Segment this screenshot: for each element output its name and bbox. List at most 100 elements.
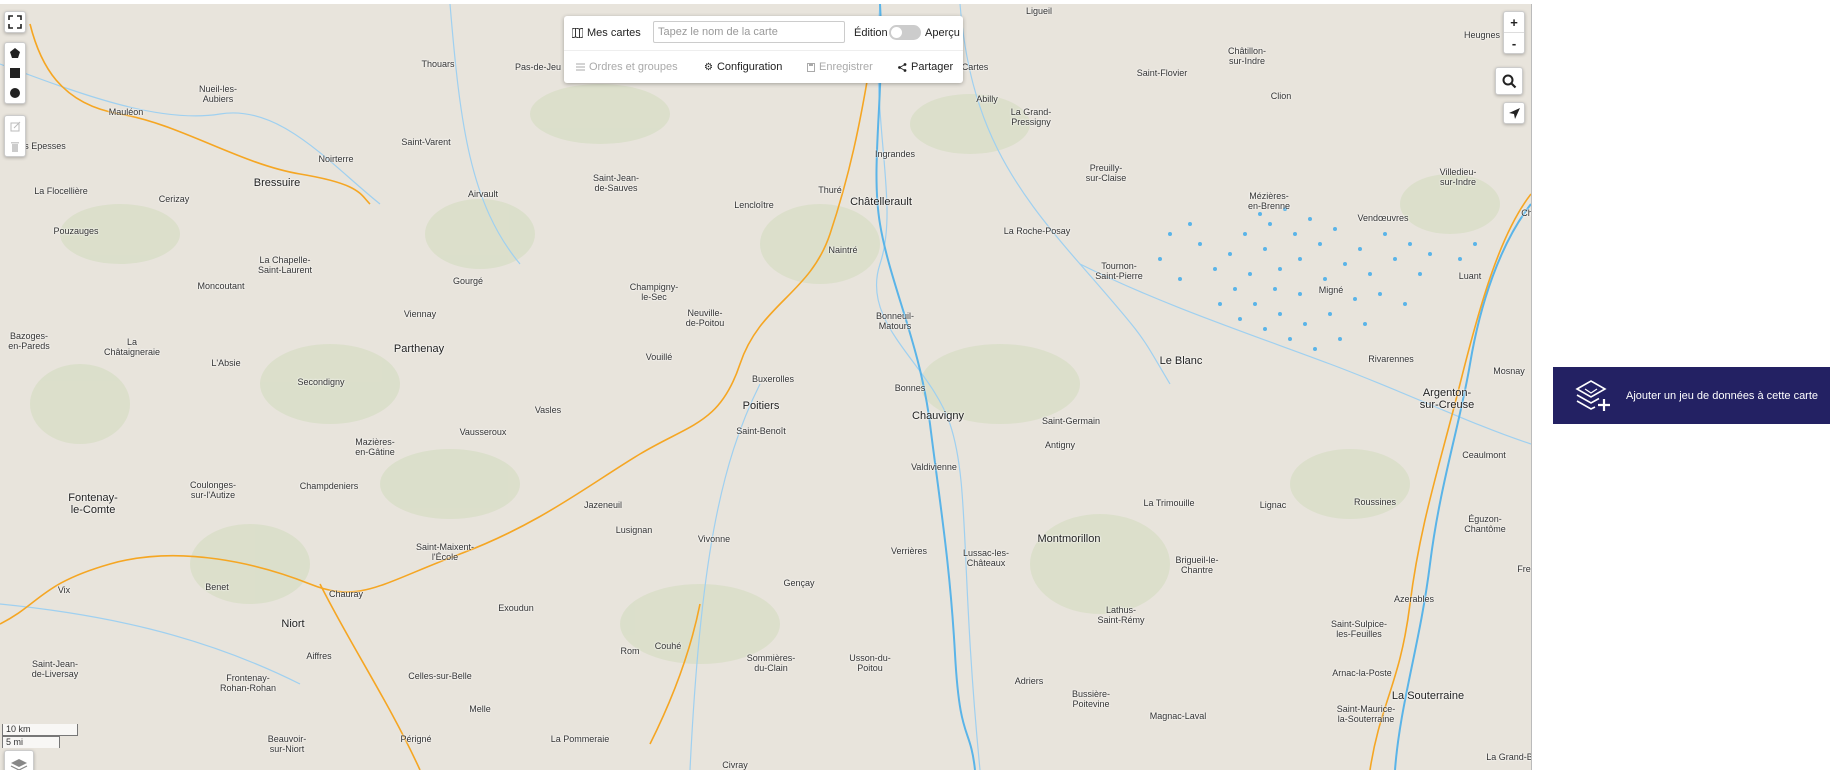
map-icon xyxy=(572,28,583,38)
edit-layers-icon[interactable] xyxy=(5,116,25,136)
place-label: Rivarennes xyxy=(1368,354,1414,364)
place-label: Viennay xyxy=(403,309,437,319)
place-label: Gourgé xyxy=(452,276,484,286)
place-label: Thuré xyxy=(818,185,842,195)
layers-button[interactable] xyxy=(4,750,34,770)
place-label: Mazières- en-Gâtine xyxy=(355,437,395,457)
place-label: Ch xyxy=(1521,208,1532,218)
place-label: Usson-du- Poitou xyxy=(849,653,891,673)
zoom-out-button[interactable]: - xyxy=(1504,33,1524,53)
draw-polygon-icon[interactable] xyxy=(5,43,25,63)
share-button[interactable]: Partager xyxy=(898,61,953,73)
search-button[interactable] xyxy=(1495,67,1523,95)
place-label: Couhé xyxy=(654,641,682,651)
place-label: Luant xyxy=(1458,271,1482,281)
save-button[interactable]: Enregistrer xyxy=(807,61,873,73)
place-label: Poitiers xyxy=(742,400,780,412)
place-label: Chauvigny xyxy=(912,410,964,422)
my-maps-button[interactable]: Mes cartes xyxy=(572,27,641,39)
place-label: Sommières- du-Clain xyxy=(746,653,796,673)
place-label: Benet xyxy=(205,582,229,592)
place-label: La Chapelle- Saint-Laurent xyxy=(257,255,313,275)
place-label: Buxerolles xyxy=(751,374,795,384)
place-label: Tournon- Saint-Pierre xyxy=(1095,261,1143,281)
add-dataset-icon xyxy=(1575,379,1610,411)
place-label: Bonnes xyxy=(894,383,926,393)
edit-preview-toggle[interactable] xyxy=(889,25,921,40)
gear-icon: ⚙ xyxy=(704,61,713,73)
place-label: Châtillon- sur-Indre xyxy=(1227,46,1267,66)
place-label: La Pommeraie xyxy=(550,734,610,744)
place-label: Saint-Jean- de-Sauves xyxy=(592,173,640,193)
place-label: Parthenay xyxy=(393,343,445,355)
share-icon xyxy=(898,62,907,72)
place-label: Melle xyxy=(469,704,491,714)
place-label: Saint-Maurice- la-Souterraine xyxy=(1336,704,1396,724)
orders-groups-button[interactable]: Ordres et groupes xyxy=(576,61,678,73)
place-label: Frontenay- Rohan-Rohan xyxy=(219,673,277,693)
layers-icon xyxy=(10,759,28,770)
place-label: Bazoges- en-Pareds xyxy=(8,331,50,351)
place-label: Lathus- Saint-Rémy xyxy=(1097,605,1145,625)
place-label: Arnac-la-Poste xyxy=(1332,668,1392,678)
place-label: Saint-Benoît xyxy=(736,426,786,436)
place-label: Lignac xyxy=(1259,500,1287,510)
configuration-button[interactable]: ⚙ Configuration xyxy=(704,61,782,73)
place-label: Cerizay xyxy=(158,194,190,204)
place-label: Aiffres xyxy=(306,651,332,661)
place-label: Airvault xyxy=(467,189,499,199)
place-label: Verrières xyxy=(890,546,928,556)
locate-icon[interactable] xyxy=(1504,103,1524,123)
place-label: Secondigny xyxy=(297,377,345,387)
place-label: Champdeniers xyxy=(299,481,359,491)
place-label: Champigny- le-Sec xyxy=(629,282,679,302)
place-label: Roussines xyxy=(1353,497,1397,507)
delete-layers-icon[interactable] xyxy=(5,136,25,156)
place-label: Civray xyxy=(722,760,748,770)
add-dataset-button[interactable]: Ajouter un jeu de données à cette carte xyxy=(1553,367,1830,424)
place-label: Preuilly- sur-Claise xyxy=(1085,163,1127,183)
place-label: Mosnay xyxy=(1493,366,1525,376)
place-label: Bressuire xyxy=(253,177,301,189)
place-label: Coulonges- sur-l'Autize xyxy=(189,480,237,500)
place-label: Azerables xyxy=(1393,594,1435,604)
share-label: Partager xyxy=(911,61,954,73)
fullscreen-control[interactable] xyxy=(4,11,26,33)
place-label: Thouars xyxy=(421,59,455,69)
place-label: Villedieu- sur-Indre xyxy=(1439,167,1477,187)
place-label: Saint-Flovier xyxy=(1136,68,1188,78)
place-label: Migné xyxy=(1318,285,1344,295)
map-canvas[interactable]: Ligueil Heugnes Châtillon- sur-Indre Sai… xyxy=(0,4,1532,770)
place-label: Mézières- en-Brenne xyxy=(1247,191,1291,211)
place-label: Saint-Germain xyxy=(1041,416,1101,426)
orders-groups-label: Ordres et groupes xyxy=(589,61,678,73)
place-label: Neuville- de-Poitou xyxy=(685,308,725,328)
place-label: Mauléon xyxy=(108,107,144,117)
place-label: Nueil-les- Aubiers xyxy=(198,84,238,104)
map-name-input[interactable] xyxy=(653,21,845,43)
place-label: Exoudun xyxy=(498,603,534,613)
zoom-in-button[interactable]: + xyxy=(1504,12,1524,33)
place-label: La Grand-Bo xyxy=(1486,752,1531,762)
place-label: L'Absie xyxy=(211,358,241,368)
place-label: Bussière- Poitevine xyxy=(1071,689,1111,709)
place-label: Celles-sur-Belle xyxy=(408,671,472,681)
place-label: Heugnes xyxy=(1463,30,1501,40)
place-label: Chauray xyxy=(328,589,364,599)
scale-km: 10 km xyxy=(2,724,78,736)
map-toolbar: Mes cartes Édition Aperçu Ordres et grou… xyxy=(564,16,963,83)
place-label: Fontenay- le-Comte xyxy=(68,492,118,516)
scale-bar: 10 km 5 mi xyxy=(2,724,78,748)
draw-circle-icon[interactable] xyxy=(5,83,25,103)
place-label: Pouzauges xyxy=(53,226,99,236)
place-label: La Souterraine xyxy=(1391,690,1465,702)
place-label: Ligueil xyxy=(1025,6,1053,16)
place-label: Châtellerault xyxy=(850,196,912,208)
fullscreen-icon[interactable] xyxy=(5,12,25,32)
place-label: Vasles xyxy=(534,405,562,415)
place-label: Bonneuil- Matours xyxy=(875,311,915,331)
place-label: Vouillé xyxy=(645,352,673,362)
draw-rectangle-icon[interactable] xyxy=(5,63,25,83)
place-label: Saint-Varent xyxy=(401,137,451,147)
place-label: Beauvoir- sur-Niort xyxy=(267,734,307,754)
